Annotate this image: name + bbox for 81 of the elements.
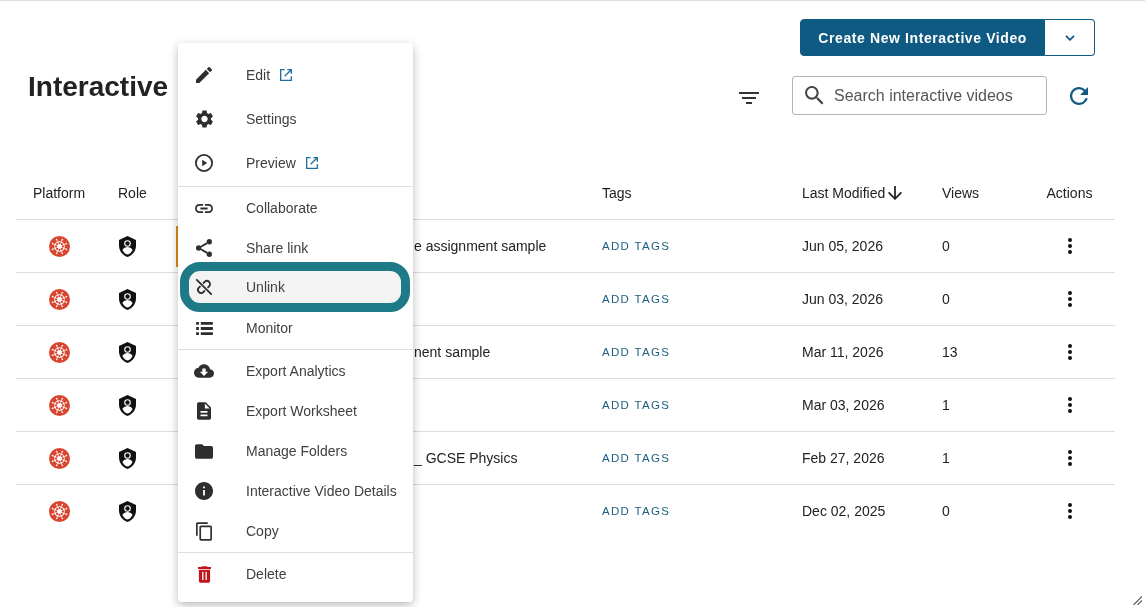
cloud-download-icon: [194, 364, 214, 378]
table-cell: 13: [942, 344, 958, 360]
external-link-icon[interactable]: [305, 157, 318, 169]
table-cell: Mar 03, 2026: [802, 397, 885, 413]
resize-grip-icon[interactable]: [1132, 595, 1142, 605]
create-video-button[interactable]: Create New Interactive Video: [800, 19, 1045, 56]
menu-item[interactable]: Interactive Video Details: [178, 471, 413, 511]
ring-logo-icon: [48, 394, 70, 416]
ring-logo-icon: [48, 447, 70, 469]
kebab-icon: [1067, 450, 1072, 466]
column-header: Tags: [602, 185, 632, 201]
ring-logo-icon: [48, 235, 70, 257]
search-icon: [805, 86, 824, 105]
shield-user-icon: [119, 394, 136, 416]
table-cell: Feb 27, 2026: [802, 450, 885, 466]
dropdown-button[interactable]: [1045, 19, 1095, 56]
table-cell: 0: [942, 503, 950, 519]
list-icon: [195, 321, 213, 335]
column-header: Role: [118, 185, 147, 201]
table-cell: Dec 02, 2025: [802, 503, 886, 519]
kebab-icon: [1067, 291, 1072, 307]
menu-item[interactable]: Copy: [178, 511, 413, 551]
add-tags-button[interactable]: ADD TAGS: [589, 340, 684, 364]
refresh-icon[interactable]: [1070, 86, 1088, 105]
menu-item[interactable]: Edit: [178, 53, 413, 97]
table-cell: Jun 05, 2026: [802, 238, 883, 254]
info-icon: [195, 482, 213, 500]
kebab-icon: [1067, 503, 1072, 519]
share-icon: [196, 239, 212, 257]
menu-item[interactable]: Settings: [178, 97, 413, 141]
add-tags-button[interactable]: ADD TAGS: [589, 499, 684, 523]
menu-item[interactable]: Manage Folders: [178, 431, 413, 471]
column-header: Last Modified: [802, 185, 886, 201]
broken-link-icon: [195, 278, 213, 296]
play-circle-icon: [195, 154, 213, 172]
kebab-icon: [1067, 238, 1072, 254]
column-header: Actions: [1046, 185, 1093, 201]
add-tags-button[interactable]: ADD TAGS: [589, 446, 684, 470]
table-cell: 0: [942, 291, 950, 307]
search-field[interactable]: Search interactive videos: [792, 76, 1047, 115]
kebab-icon: [1067, 344, 1072, 360]
filter-icon[interactable]: [739, 91, 759, 104]
kebab-icon: [1067, 397, 1072, 413]
link-icon: [195, 203, 213, 213]
add-tags-button[interactable]: ADD TAGS: [589, 287, 684, 311]
menu-item[interactable]: Unlink: [180, 262, 410, 312]
table-cell: nent sample: [414, 344, 491, 360]
copy-icon: [196, 521, 212, 541]
chevron-down-icon: [1064, 34, 1075, 41]
menu-item[interactable]: Export Worksheet: [178, 391, 413, 431]
menu-item[interactable]: Collaborate: [178, 188, 413, 228]
trash-icon: [197, 565, 211, 583]
folder-icon: [195, 443, 213, 459]
shield-user-icon: [119, 447, 136, 469]
document-icon: [197, 402, 211, 420]
ring-logo-icon: [48, 288, 70, 310]
table-cell: 0: [942, 238, 950, 254]
menu-item[interactable]: Preview: [178, 141, 413, 185]
page-title: Interactive: [28, 72, 169, 102]
table-cell: Jun 03, 2026: [802, 291, 883, 307]
shield-user-icon: [119, 341, 136, 363]
pencil-icon: [196, 67, 212, 83]
column-header: Views: [942, 185, 980, 201]
add-tags-button[interactable]: ADD TAGS: [589, 393, 684, 417]
ring-logo-icon: [48, 341, 70, 363]
menu-item[interactable]: Export Analytics: [178, 351, 413, 391]
shield-user-icon: [119, 288, 136, 310]
table-cell: 1: [942, 397, 950, 413]
table-cell: e assignment sample: [414, 238, 547, 254]
shield-user-icon: [119, 500, 136, 522]
ring-logo-icon: [48, 500, 70, 522]
column-header: Platform: [32, 185, 86, 201]
arrow-down-icon[interactable]: [888, 186, 903, 200]
menu-item[interactable]: Delete: [178, 554, 413, 594]
gear-icon: [195, 110, 213, 128]
add-tags-button[interactable]: ADD TAGS: [589, 234, 684, 258]
shield-user-icon: [119, 235, 136, 257]
external-link-icon[interactable]: [280, 69, 293, 81]
table-cell: 1: [942, 450, 950, 466]
table-cell: _ GCSE Physics: [414, 450, 518, 466]
table-cell: Mar 11, 2026: [802, 344, 884, 360]
